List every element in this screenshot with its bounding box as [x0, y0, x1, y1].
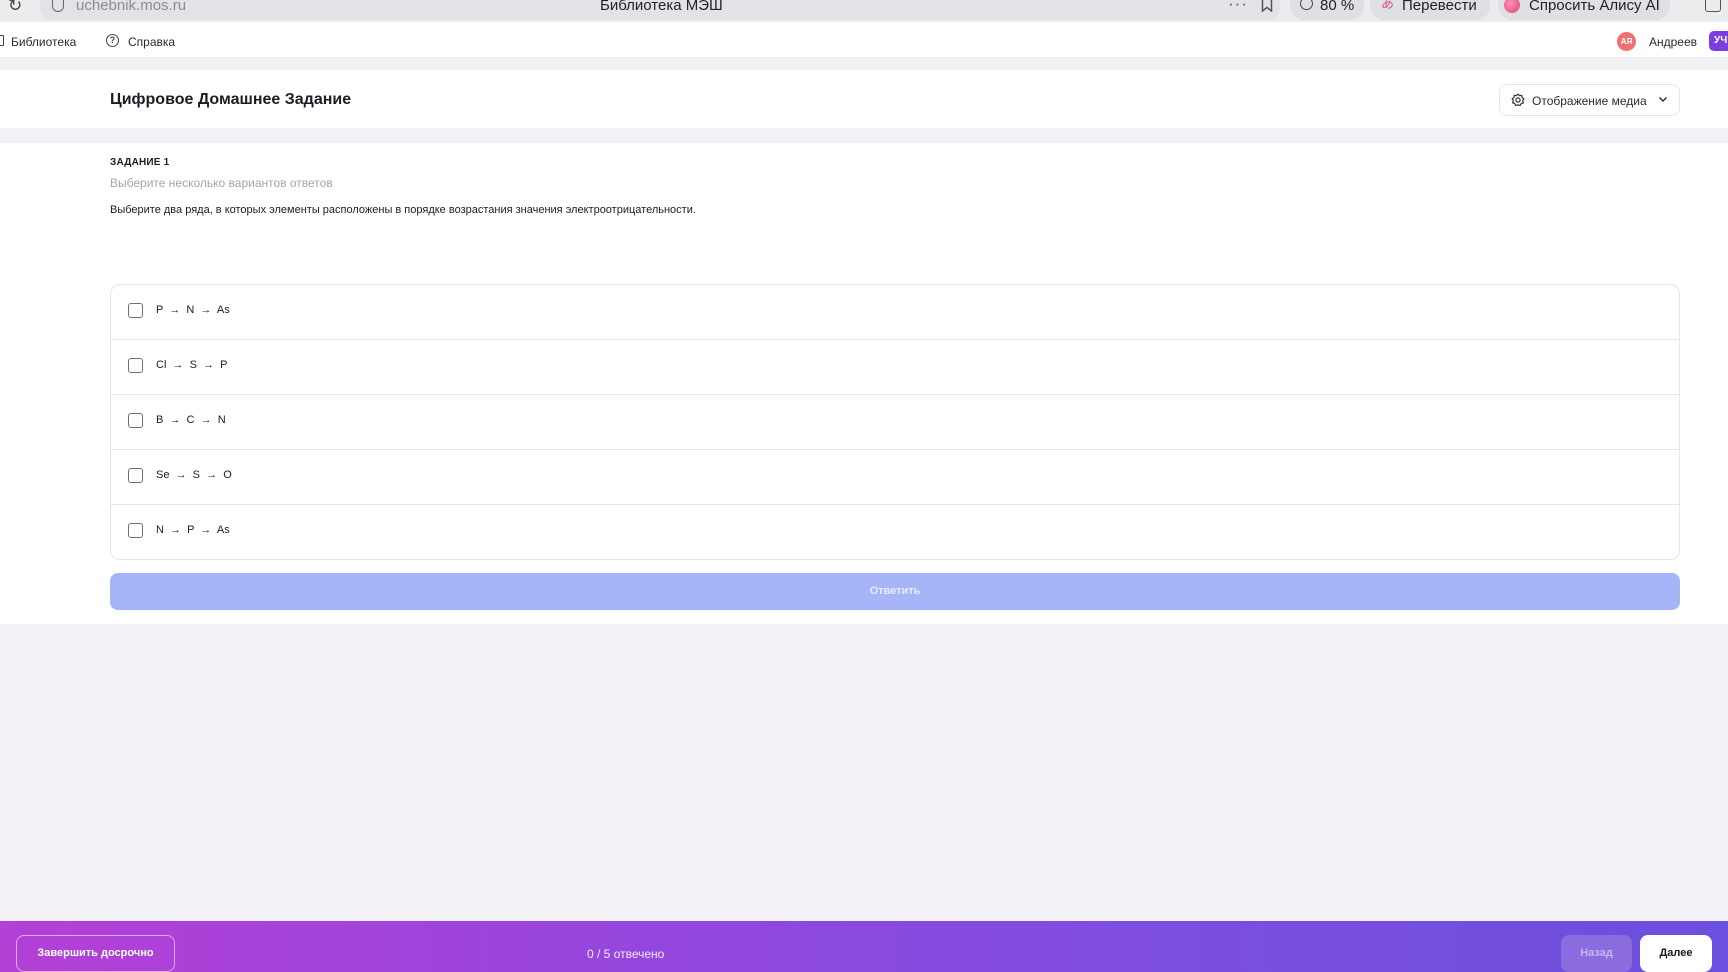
- role-badge[interactable]: УЧ: [1709, 31, 1728, 51]
- tab-title: Библиотека МЭШ: [600, 0, 723, 14]
- url-text[interactable]: uchebnik.mos.ru: [76, 0, 186, 14]
- bottom-action-bar: Завершить досрочно 0 / 5 отвечено Назад …: [0, 921, 1728, 972]
- media-display-dropdown[interactable]: Отображение медиа: [1499, 84, 1680, 116]
- page-title: Цифровое Домашнее Задание: [110, 91, 352, 108]
- answer-option[interactable]: Cl → S → P: [111, 340, 1679, 395]
- answer-option[interactable]: Se → S → O: [111, 450, 1679, 505]
- option-label: Cl → S → P: [156, 359, 228, 371]
- more-icon[interactable]: ···: [1228, 0, 1248, 14]
- option-checkbox[interactable]: [128, 468, 143, 483]
- nav-library-link[interactable]: Библиотека: [11, 35, 76, 49]
- media-display-label: Отображение медиа: [1532, 94, 1647, 108]
- task-question: Выберите два ряда, в которых элементы ра…: [110, 204, 696, 216]
- option-checkbox[interactable]: [128, 413, 143, 428]
- reload-icon[interactable]: ↻: [8, 0, 22, 16]
- gear-icon: [1511, 93, 1525, 107]
- nav-help-link[interactable]: Справка: [128, 35, 175, 49]
- translate-label: Перевести: [1402, 0, 1477, 14]
- option-checkbox[interactable]: [128, 358, 143, 373]
- task-number: ЗАДАНИЕ 1: [110, 157, 170, 168]
- app-nav-bar: Библиотека ? Справка АЯ Андреев УЧ: [0, 22, 1728, 58]
- task-hint: Выберите несколько вариантов ответов: [110, 176, 333, 190]
- shield-icon[interactable]: [52, 0, 64, 12]
- back-button[interactable]: Назад: [1561, 935, 1632, 972]
- answer-option[interactable]: B → C → N: [111, 395, 1679, 450]
- task-card: ЗАДАНИЕ 1 Выберите несколько вариантов о…: [0, 143, 1728, 624]
- answer-option[interactable]: N → P → As: [111, 505, 1679, 559]
- zoom-level: 80 %: [1320, 0, 1355, 14]
- chevron-down-icon: [1658, 96, 1668, 103]
- homework-header: Цифровое Домашнее Задание Отображение ме…: [0, 70, 1728, 128]
- answer-button[interactable]: Ответить: [110, 573, 1680, 610]
- option-checkbox[interactable]: [128, 303, 143, 318]
- library-icon: [0, 35, 4, 46]
- translate-icon: あ: [1381, 0, 1395, 11]
- extensions-icon[interactable]: [1705, 0, 1721, 12]
- alice-label: Спросить Алису AI: [1529, 0, 1660, 14]
- option-label: P → N → As: [156, 304, 230, 316]
- answer-option[interactable]: P → N → As: [111, 285, 1679, 340]
- finish-early-button[interactable]: Завершить досрочно: [16, 935, 175, 972]
- browser-toolbar: ↻ uchebnik.mos.ru Библиотека МЭШ ··· 80 …: [0, 0, 1728, 22]
- help-icon[interactable]: ?: [106, 34, 119, 47]
- answer-options: P → N → As Cl → S → P B → C → N Se → S →…: [110, 284, 1680, 560]
- avatar[interactable]: АЯ: [1617, 32, 1636, 51]
- progress-counter: 0 / 5 отвечено: [587, 947, 665, 961]
- option-checkbox[interactable]: [128, 523, 143, 538]
- user-name[interactable]: Андреев: [1649, 35, 1697, 49]
- option-label: B → C → N: [156, 414, 226, 426]
- option-label: N → P → As: [156, 524, 230, 536]
- option-label: Se → S → O: [156, 469, 232, 481]
- next-button[interactable]: Далее: [1640, 935, 1712, 972]
- bookmark-icon[interactable]: [1261, 0, 1273, 12]
